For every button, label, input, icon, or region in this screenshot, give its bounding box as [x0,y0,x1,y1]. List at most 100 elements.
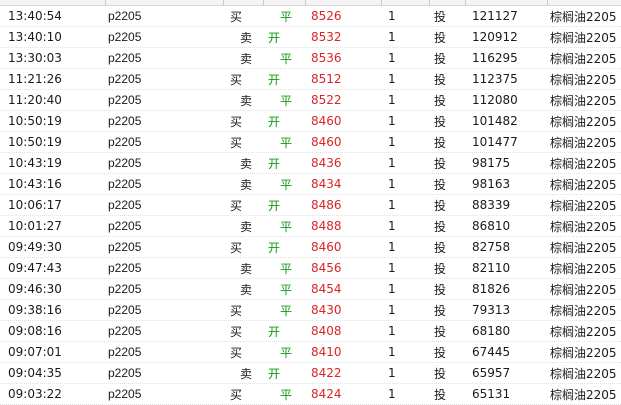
contract-name: 棕榈油2205 [550,345,617,360]
trade-qty: 1 [388,135,396,149]
table-row[interactable]: 10:50:19 p2205 买 平 8460 1 投 101477 棕榈油2205 [0,132,621,153]
trade-offset: 平 [280,93,293,108]
trade-offset: 开 [268,72,281,87]
trade-seq: 86810 [472,219,511,233]
trade-price: 8430 [311,303,342,317]
contract-name: 棕榈油2205 [550,282,617,297]
trade-offset: 平 [280,387,293,402]
table-row[interactable]: 09:47:43 p2205 卖 平 8456 1 投 82110 棕榈油2205 [0,258,621,279]
trade-offset: 开 [268,156,281,171]
table-row[interactable]: 09:03:22 p2205 买 平 8424 1 投 65131 棕榈油2205 [0,384,621,405]
table-row[interactable]: 13:30:03 p2205 卖 平 8536 1 投 116295 棕榈油2205 [0,48,621,69]
trade-offset: 开 [268,366,281,381]
header-offset[interactable] [264,0,306,5]
contract-name: 棕榈油2205 [550,51,617,66]
header-qty[interactable] [382,0,430,5]
contract-name: 棕榈油2205 [550,366,617,381]
table-row[interactable]: 09:08:16 p2205 买 开 8408 1 投 68180 棕榈油2205 [0,321,621,342]
table-row[interactable]: 09:46:30 p2205 卖 平 8454 1 投 81826 棕榈油2205 [0,279,621,300]
contract-name: 棕榈油2205 [550,261,617,276]
trade-seq: 112375 [472,72,518,86]
trade-time: 09:03:22 [8,387,62,401]
table-row[interactable]: 09:38:16 p2205 买 平 8430 1 投 79313 棕榈油2205 [0,300,621,321]
hedge-type: 投 [434,324,447,339]
contract-code: p2205 [108,366,142,380]
header-direction[interactable] [224,0,264,5]
table-row[interactable]: 09:04:35 p2205 卖开 8422 1 投 65957 棕榈油2205 [0,363,621,384]
table-row[interactable]: 09:49:30 p2205 买 开 8460 1 投 82758 棕榈油2205 [0,237,621,258]
contract-name: 棕榈油2205 [550,156,617,171]
trade-seq: 88339 [472,198,511,212]
trade-qty: 1 [388,282,396,296]
trade-qty: 1 [388,9,396,23]
trade-price: 8532 [311,30,342,44]
trade-qty: 1 [388,156,396,170]
trade-time: 10:43:16 [8,177,62,191]
table-row[interactable]: 10:06:17 p2205 买 开 8486 1 投 88339 棕榈油2205 [0,195,621,216]
trade-seq: 81826 [472,282,511,296]
trade-price: 8536 [311,51,342,65]
trade-time: 13:30:03 [8,51,62,65]
hedge-type: 投 [434,135,447,150]
trade-qty: 1 [388,345,396,359]
table-row[interactable]: 10:43:19 p2205 卖开 8436 1 投 98175 棕榈油2205 [0,153,621,174]
trade-seq: 120912 [472,30,518,44]
trade-direction: 卖 [240,177,253,192]
header-time[interactable] [0,0,106,5]
table-row[interactable]: 09:07:01 p2205 买 平 8410 1 投 67445 棕榈油2205 [0,342,621,363]
trade-time: 09:04:35 [8,366,62,380]
trade-offset: 平 [280,51,293,66]
trade-time: 11:20:40 [8,93,62,107]
contract-code: p2205 [108,9,142,23]
trade-direction: 买 [230,9,243,24]
contract-name: 棕榈油2205 [550,135,617,150]
trade-time: 13:40:10 [8,30,62,44]
trade-price: 8488 [311,219,342,233]
trade-time: 09:07:01 [8,345,62,359]
hedge-type: 投 [434,177,447,192]
contract-code: p2205 [108,240,142,254]
trade-direction: 买 [230,198,243,213]
table-row[interactable]: 10:50:19 p2205 买 开 8460 1 投 101482 棕榈油2205 [0,111,621,132]
trade-time: 10:01:27 [8,219,62,233]
hedge-type: 投 [434,9,447,24]
hedge-type: 投 [434,282,447,297]
header-type[interactable] [430,0,466,5]
trade-offset: 开 [268,30,281,45]
trade-offset: 平 [280,303,293,318]
contract-code: p2205 [108,93,142,107]
contract-name: 棕榈油2205 [550,303,617,318]
trade-qty: 1 [388,72,396,86]
table-row[interactable]: 13:40:10 p2205 卖开 8532 1 投 120912 棕榈油2205 [0,27,621,48]
hedge-type: 投 [434,387,447,402]
hedge-type: 投 [434,219,447,234]
table-row[interactable]: 10:01:27 p2205 卖 平 8488 1 投 86810 棕榈油2205 [0,216,621,237]
trade-direction: 买 [230,324,243,339]
trade-direction: 买 [230,240,243,255]
trade-time: 09:08:16 [8,324,62,338]
header-name[interactable] [548,0,621,5]
trade-offset: 平 [280,135,293,150]
contract-code: p2205 [108,51,142,65]
table-row[interactable]: 11:21:26 p2205 买 开 8512 1 投 112375 棕榈油2205 [0,69,621,90]
contract-name: 棕榈油2205 [550,387,617,402]
trade-price: 8456 [311,261,342,275]
contract-code: p2205 [108,345,142,359]
trade-seq: 112080 [472,93,518,107]
header-code[interactable] [106,0,224,5]
table-row[interactable]: 11:20:40 p2205 卖 平 8522 1 投 112080 棕榈油2205 [0,90,621,111]
trade-direction: 买 [230,135,243,150]
trade-direction: 买 [230,345,243,360]
contract-name: 棕榈油2205 [550,72,617,87]
trade-seq: 121127 [472,9,518,23]
table-row[interactable]: 13:40:54 p2205 买 平 8526 1 投 121127 棕榈油2205 [0,6,621,27]
trade-seq: 68180 [472,324,511,338]
header-price[interactable] [306,0,382,5]
hedge-type: 投 [434,93,447,108]
header-seq[interactable] [466,0,548,5]
trade-offset: 开 [268,114,281,129]
trade-direction: 卖 [240,93,253,108]
table-row[interactable]: 10:43:16 p2205 卖 平 8434 1 投 98163 棕榈油2205 [0,174,621,195]
trade-offset: 平 [280,345,293,360]
trade-offset: 开 [268,240,281,255]
